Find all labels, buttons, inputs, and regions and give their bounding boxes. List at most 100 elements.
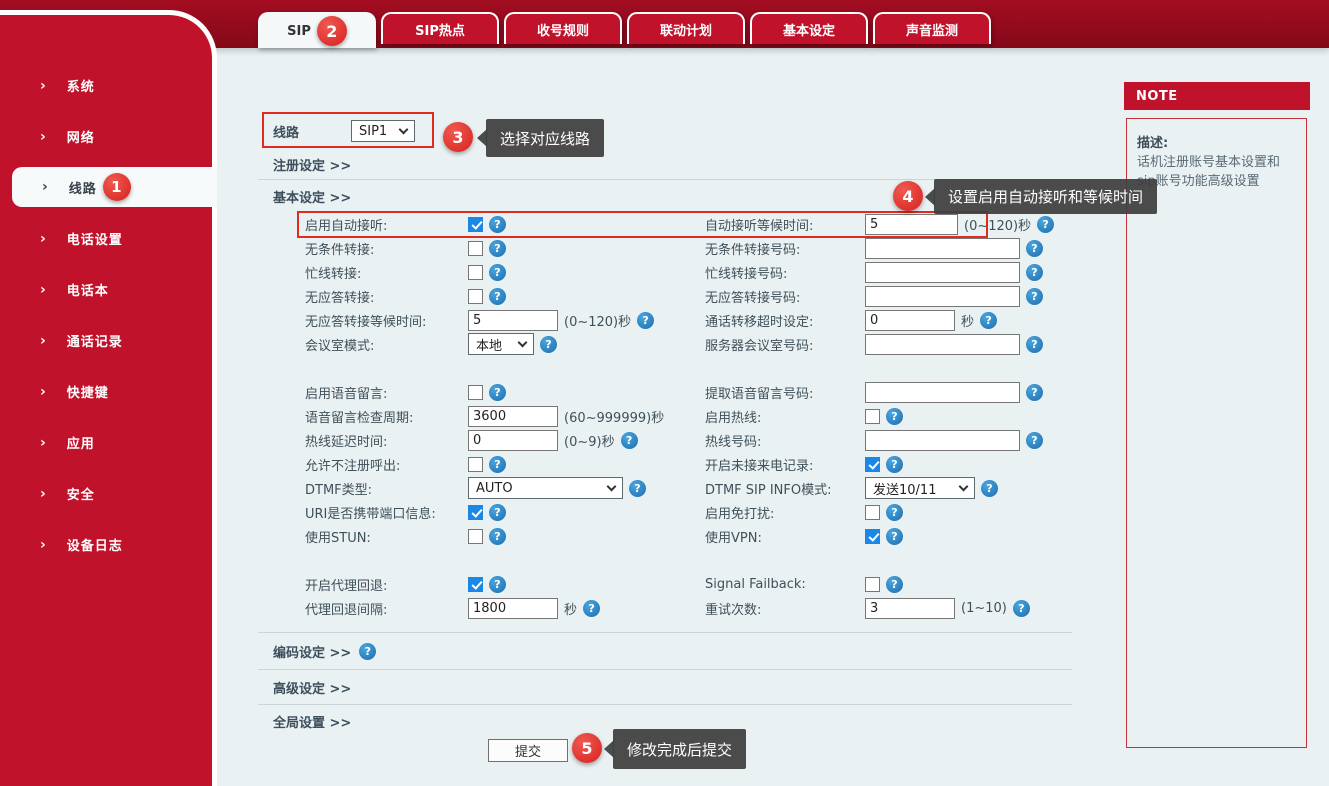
select-dropdown[interactable]: 发送10/11 [865,477,975,499]
form-row: 会议室模式:本地?服务器会议室号码:? [258,332,1110,356]
help-icon[interactable]: ? [1026,288,1043,305]
checkbox[interactable] [865,577,880,592]
form-row: 启用语音留言:?提取语音留言号码:? [258,380,1110,404]
checkbox[interactable] [468,457,483,472]
tab-收号规则[interactable]: 收号规则 [504,12,622,44]
checkbox[interactable] [468,241,483,256]
text-input[interactable] [468,310,558,331]
help-icon[interactable]: ? [980,312,997,329]
text-input[interactable] [865,598,955,619]
help-icon[interactable]: ? [489,504,506,521]
sidebar-item-通话记录[interactable]: ›通话记录 [0,315,212,366]
help-icon[interactable]: ? [489,384,506,401]
checkbox[interactable] [865,409,880,424]
checkbox[interactable] [865,505,880,520]
note-title: NOTE [1136,89,1178,104]
help-icon[interactable]: ? [489,456,506,473]
help-icon[interactable]: ? [583,600,600,617]
checkbox[interactable] [468,529,483,544]
text-input[interactable] [865,310,955,331]
checkbox[interactable] [468,385,483,400]
tab-SIP[interactable]: SIP2 [258,12,376,48]
text-input[interactable] [865,382,1020,403]
sidebar-item-电话设置[interactable]: ›电话设置 [0,213,212,264]
select-dropdown[interactable]: 本地 [468,333,534,355]
tab-声音监测[interactable]: 声音监测 [873,12,991,44]
help-icon[interactable]: ? [540,336,557,353]
help-icon[interactable]: ? [489,216,506,233]
checkbox[interactable] [468,265,483,280]
text-input[interactable] [468,598,558,619]
field-control: ? [865,430,1110,451]
checkbox[interactable] [468,577,483,592]
checkbox[interactable] [865,529,880,544]
help-icon[interactable]: ? [886,528,903,545]
field-label: 语音留言检查周期: [305,407,468,426]
help-icon[interactable]: ? [489,576,506,593]
help-icon[interactable]: ? [1026,384,1043,401]
help-icon[interactable]: ? [489,288,506,305]
line-select[interactable]: SIP1 [351,120,415,142]
help-icon[interactable]: ? [886,456,903,473]
text-input[interactable] [865,262,1020,283]
field-label: 开启代理回退: [305,575,468,594]
help-icon[interactable]: ? [1026,336,1043,353]
text-input[interactable] [865,430,1020,451]
form-row: 忙线转接:?忙线转接号码:? [258,260,1110,284]
sidebar-item-安全[interactable]: ›安全 [0,468,212,519]
tab-联动计划[interactable]: 联动计划 [627,12,745,44]
section-codec-toggle[interactable]: 编码设定 >> [273,642,351,661]
help-icon[interactable]: ? [629,480,646,497]
field-control: ? [865,262,1110,283]
section-global-toggle[interactable]: 全局设置 >> [273,712,351,731]
sidebar-item-电话本[interactable]: ›电话本 [0,264,212,315]
annotation-step-5-badge: 5 [572,733,602,763]
tab-SIP热点[interactable]: SIP热点 [381,12,499,44]
field-control: AUTO? [468,477,705,499]
tab-基本设定[interactable]: 基本设定 [750,12,868,44]
sidebar-item-网络[interactable]: ›网络 [0,111,212,162]
section-register-toggle[interactable]: 注册设定 >> [273,155,351,174]
help-icon[interactable]: ? [886,504,903,521]
text-input[interactable] [865,334,1020,355]
sidebar-item-快捷键[interactable]: ›快捷键 [0,366,212,417]
help-icon[interactable]: ? [1026,264,1043,281]
help-icon[interactable]: ? [886,408,903,425]
help-icon[interactable]: ? [359,643,376,660]
field-control: ? [865,238,1110,259]
help-icon[interactable]: ? [489,240,506,257]
help-icon[interactable]: ? [1037,216,1054,233]
text-input[interactable] [865,286,1020,307]
help-icon[interactable]: ? [489,264,506,281]
help-icon[interactable]: ? [1013,600,1030,617]
field-control: ? [865,334,1110,355]
help-icon[interactable]: ? [886,576,903,593]
submit-button[interactable]: 提交 [488,739,568,762]
help-icon[interactable]: ? [1026,240,1043,257]
help-icon[interactable]: ? [981,480,998,497]
text-input[interactable] [468,430,558,451]
checkbox[interactable] [865,457,880,472]
checkbox[interactable] [468,289,483,304]
sidebar-item-设备日志[interactable]: ›设备日志 [0,519,212,570]
help-icon[interactable]: ? [489,528,506,545]
text-input[interactable] [468,406,558,427]
help-icon[interactable]: ? [637,312,654,329]
field-label: DTMF类型: [305,479,468,498]
sidebar-item-应用[interactable]: ›应用 [0,417,212,468]
select-dropdown[interactable]: AUTO [468,477,623,499]
help-icon[interactable]: ? [621,432,638,449]
sidebar-item-系统[interactable]: ›系统 [0,60,212,111]
text-input[interactable] [865,238,1020,259]
section-advanced-toggle[interactable]: 高级设定 >> [273,678,351,697]
field-label: 使用STUN: [305,527,468,546]
sidebar-item-线路[interactable]: ›线路1 [12,167,217,207]
text-input[interactable] [865,214,958,235]
tab-label: 基本设定 [783,20,835,39]
help-icon[interactable]: ? [1026,432,1043,449]
section-basic-toggle[interactable]: 基本设定 >> [273,187,351,206]
checkbox[interactable] [468,217,483,232]
checkbox[interactable] [468,505,483,520]
field-control: 发送10/11? [865,477,1110,499]
select-value: 发送10/11 [873,479,936,498]
